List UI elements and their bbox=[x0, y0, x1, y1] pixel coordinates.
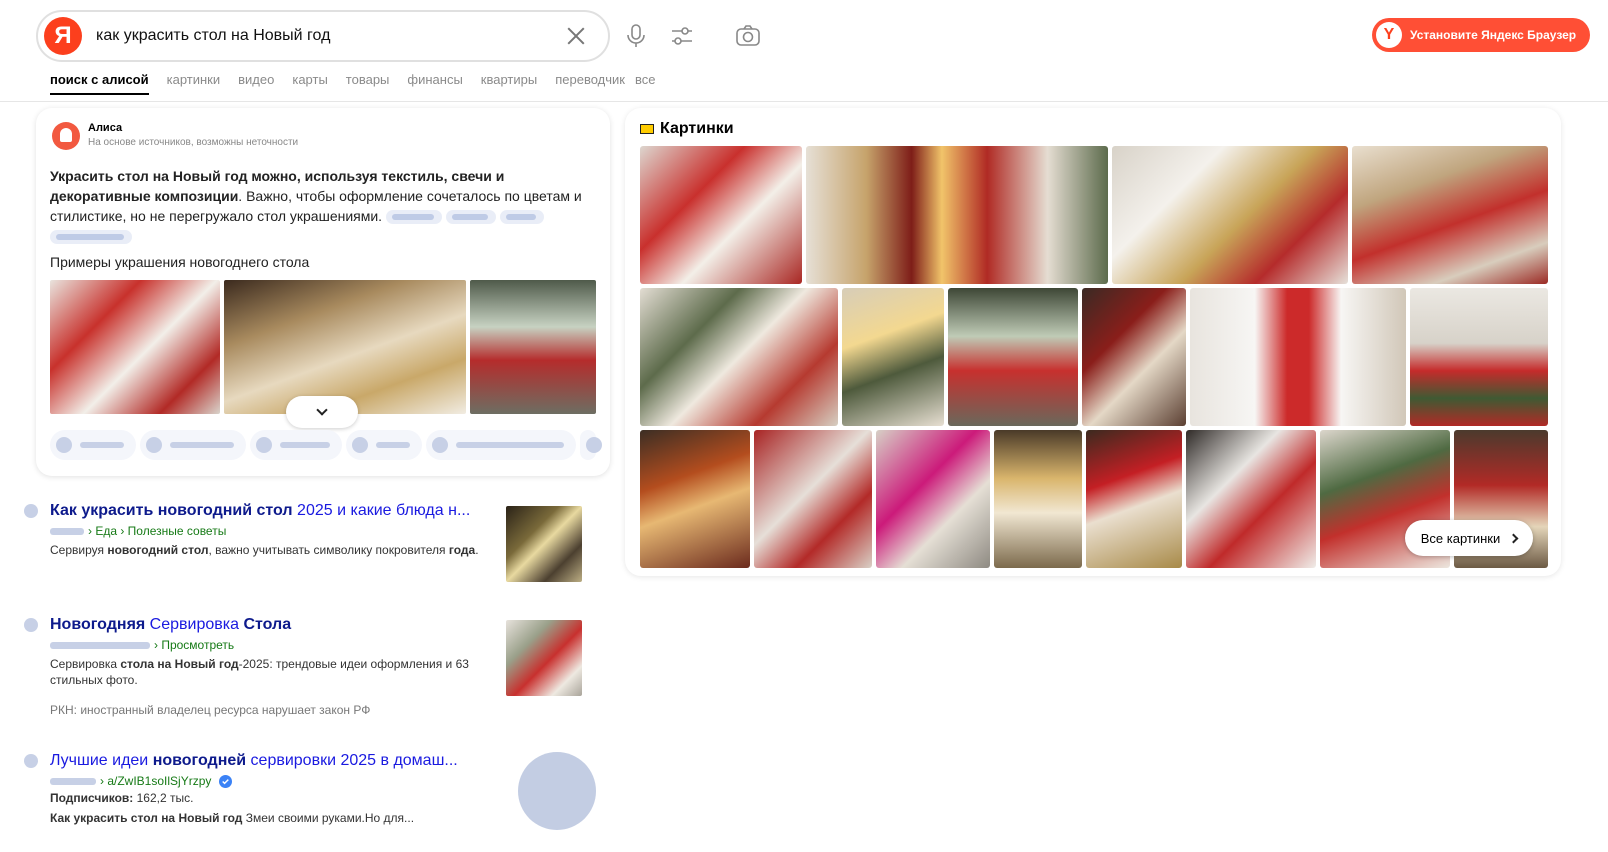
result-thumbnail[interactable] bbox=[506, 506, 582, 582]
filters-icon[interactable] bbox=[668, 22, 696, 50]
related-chip[interactable] bbox=[580, 430, 602, 460]
example-image[interactable] bbox=[470, 280, 596, 414]
install-browser-button[interactable]: Y Установите Яндекс Браузер bbox=[1372, 18, 1590, 52]
search-input[interactable]: как украсить стол на Новый год bbox=[96, 27, 564, 45]
channel-avatar[interactable] bbox=[518, 752, 596, 830]
source-chip[interactable] bbox=[50, 230, 132, 245]
image-thumbnail[interactable] bbox=[1186, 430, 1316, 568]
tab-maps[interactable]: карты bbox=[292, 72, 327, 95]
examples-title: Примеры украшения новогоднего стола bbox=[50, 254, 310, 270]
image-thumbnail[interactable] bbox=[1086, 430, 1182, 568]
expand-button[interactable] bbox=[286, 396, 358, 428]
result-title[interactable]: Новогодняя Сервировка Стола bbox=[50, 616, 291, 634]
clear-icon[interactable] bbox=[564, 24, 588, 48]
related-chip[interactable] bbox=[346, 430, 422, 460]
related-chip[interactable] bbox=[140, 430, 246, 460]
result-snippet: Сервируя новогодний стол, важно учитыват… bbox=[50, 543, 479, 557]
tab-products[interactable]: товары bbox=[346, 72, 390, 95]
images-icon bbox=[640, 124, 654, 134]
source-chip[interactable] bbox=[385, 210, 442, 225]
image-thumbnail[interactable] bbox=[948, 288, 1078, 426]
chevron-right-icon bbox=[1508, 533, 1519, 543]
result-url[interactable]: › a/ZwIB1soIlSjYrzpy bbox=[50, 774, 232, 789]
tab-all[interactable]: все bbox=[635, 72, 656, 95]
favicon-icon bbox=[24, 618, 38, 632]
tab-apartments[interactable]: квартиры bbox=[481, 72, 537, 95]
image-thumbnail[interactable] bbox=[640, 430, 750, 568]
source-chip[interactable] bbox=[445, 210, 496, 225]
images-card-title[interactable]: Картинки bbox=[640, 120, 734, 138]
header: Я как украсить стол на Новый год Y Устан… bbox=[0, 0, 1608, 102]
yandex-logo[interactable]: Я bbox=[44, 17, 82, 55]
result-url[interactable]: › Еда › Полезные советы bbox=[50, 524, 226, 538]
tab-images[interactable]: картинки bbox=[167, 72, 221, 95]
favicon-icon bbox=[24, 754, 38, 768]
image-thumbnail[interactable] bbox=[1082, 288, 1186, 426]
search-box[interactable]: Я как украсить стол на Новый год bbox=[36, 10, 610, 62]
tab-alice[interactable]: поиск с алисой bbox=[50, 72, 149, 95]
result-subscribers: Подписчиков: 162,2 тыс. bbox=[50, 791, 194, 805]
image-thumbnail[interactable] bbox=[1190, 288, 1406, 426]
camera-search-icon[interactable] bbox=[734, 22, 762, 50]
image-thumbnail[interactable] bbox=[754, 430, 872, 568]
alice-answer-card: Алиса На основе источников, возможны нет… bbox=[36, 108, 610, 476]
result-title[interactable]: Как украсить новогодний стол 2025 и каки… bbox=[50, 502, 470, 520]
result-snippet: Как украсить стол на Новый год Змеи свои… bbox=[50, 811, 415, 825]
image-thumbnail[interactable] bbox=[842, 288, 944, 426]
search-result: Как украсить новогодний стол 2025 и каки… bbox=[24, 502, 584, 582]
images-card: Картинки Все картинки bbox=[625, 108, 1561, 576]
image-thumbnail[interactable] bbox=[640, 146, 802, 284]
result-thumbnail[interactable] bbox=[506, 620, 582, 696]
install-browser-label: Установите Яндекс Браузер bbox=[1410, 28, 1577, 42]
search-result: Новогодняя Сервировка Стола › Просмотрет… bbox=[24, 616, 584, 717]
chevron-down-icon bbox=[316, 404, 328, 416]
verified-icon bbox=[218, 775, 232, 789]
microphone-icon[interactable] bbox=[622, 22, 650, 50]
tab-video[interactable]: видео bbox=[238, 72, 274, 95]
example-image[interactable] bbox=[224, 280, 466, 414]
related-chip[interactable] bbox=[50, 430, 136, 460]
image-thumbnail[interactable] bbox=[806, 146, 1108, 284]
image-thumbnail[interactable] bbox=[876, 430, 990, 568]
source-chip[interactable] bbox=[499, 210, 544, 225]
favicon-icon bbox=[24, 504, 38, 518]
related-chip[interactable] bbox=[250, 430, 342, 460]
alice-logo-icon bbox=[52, 122, 80, 150]
result-url[interactable]: › Просмотреть bbox=[50, 638, 234, 652]
browser-logo-icon: Y bbox=[1376, 22, 1402, 48]
related-chip[interactable] bbox=[426, 430, 576, 460]
tab-translator[interactable]: переводчик bbox=[555, 72, 625, 95]
image-thumbnail[interactable] bbox=[1410, 288, 1548, 426]
all-images-button[interactable]: Все картинки bbox=[1405, 520, 1533, 556]
tab-finance[interactable]: финансы bbox=[407, 72, 462, 95]
image-thumbnail[interactable] bbox=[1112, 146, 1348, 284]
search-result: Лучшие идеи новогодней сервировки 2025 в… bbox=[24, 752, 596, 848]
image-thumbnail[interactable] bbox=[640, 288, 838, 426]
example-image[interactable] bbox=[50, 280, 220, 414]
alice-name: Алиса bbox=[88, 122, 123, 134]
result-warning: РКН: иностранный владелец ресурса наруша… bbox=[50, 703, 371, 717]
result-title[interactable]: Лучшие идеи новогодней сервировки 2025 в… bbox=[50, 752, 458, 770]
search-tabs: поиск с алисой картинки видео карты това… bbox=[50, 72, 655, 95]
alice-answer: Украсить стол на Новый год можно, исполь… bbox=[50, 166, 590, 246]
result-snippet: Сервировка стола на Новый год-2025: трен… bbox=[50, 657, 469, 687]
alice-disclaimer: На основе источников, возможны неточност… bbox=[88, 137, 299, 148]
image-thumbnail[interactable] bbox=[994, 430, 1082, 568]
image-thumbnail[interactable] bbox=[1352, 146, 1548, 284]
